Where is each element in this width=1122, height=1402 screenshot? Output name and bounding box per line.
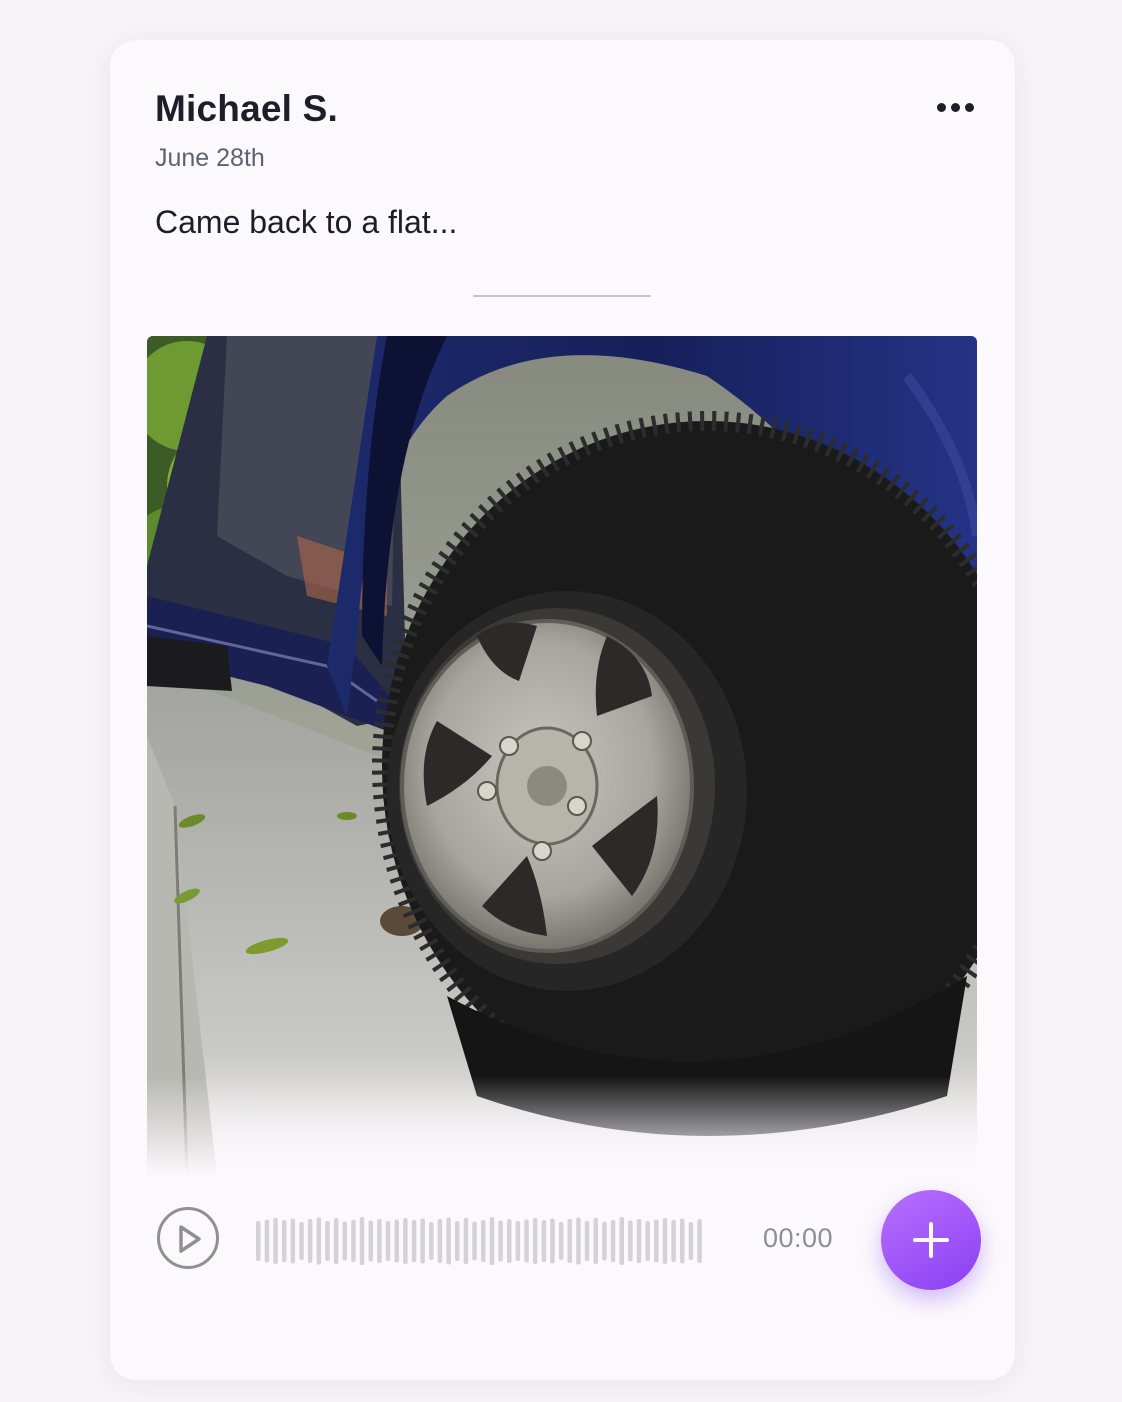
waveform-bar [463, 1218, 469, 1264]
waveform-bar [351, 1220, 356, 1262]
waveform-bar [602, 1221, 607, 1261]
waveform-bar [420, 1218, 425, 1264]
waveform-bar [377, 1219, 382, 1263]
waveform-bar [619, 1217, 624, 1265]
waveform-bar [498, 1220, 503, 1262]
waveform-bar [593, 1218, 598, 1264]
waveform-bar [455, 1221, 460, 1261]
divider [473, 295, 651, 297]
waveform-bar [515, 1221, 521, 1261]
waveform-bar [645, 1221, 650, 1261]
waveform-bar [385, 1221, 391, 1261]
waveform-bar [662, 1218, 668, 1264]
waveform-bar [325, 1221, 330, 1261]
waveform-bar [524, 1219, 529, 1263]
audio-waveform[interactable] [255, 1215, 705, 1267]
waveform-bar [532, 1218, 538, 1264]
play-icon [179, 1225, 201, 1253]
waveform-bar [550, 1218, 555, 1264]
waveform-bar [273, 1218, 278, 1264]
waveform-bar [481, 1220, 486, 1262]
flat-tire-photo [147, 336, 977, 1176]
post-card: Michael S. June 28th Came back to a flat… [110, 40, 1015, 1380]
author-name[interactable]: Michael S. [155, 88, 338, 130]
waveform-bar [697, 1219, 702, 1263]
audio-time: 00:00 [763, 1223, 834, 1253]
waveform-bar [282, 1220, 287, 1262]
waveform-bar [411, 1220, 417, 1262]
waveform-bar [333, 1218, 339, 1264]
waveform-bar [394, 1219, 399, 1263]
waveform-bar [610, 1220, 616, 1262]
plus-icon [913, 1222, 949, 1258]
waveform-bar [368, 1220, 373, 1262]
waveform-bar [558, 1222, 564, 1260]
waveform-bar [576, 1217, 581, 1265]
more-options-button[interactable] [925, 92, 985, 122]
waveform-bar [256, 1221, 261, 1261]
waveform-bar [446, 1217, 451, 1265]
waveform-bar [628, 1220, 633, 1262]
waveform-bar [264, 1219, 270, 1263]
waveform-bar [316, 1217, 322, 1265]
more-horizontal-icon [936, 102, 974, 112]
waveform-bar [307, 1219, 313, 1263]
waveform-bar [429, 1222, 434, 1260]
waveform-bar [489, 1217, 495, 1265]
waveform-bar [437, 1219, 443, 1263]
post-caption: Came back to a flat... [155, 204, 458, 240]
add-button[interactable] [881, 1190, 981, 1290]
waveform-bar [654, 1219, 659, 1263]
post-photo[interactable] [147, 336, 977, 1176]
waveform-bar [567, 1219, 572, 1263]
waveform-bar [680, 1218, 685, 1264]
waveform-bar [507, 1219, 512, 1263]
waveform-bar [359, 1217, 365, 1265]
audio-player: 00:00 [155, 1205, 985, 1279]
waveform-bar [299, 1222, 304, 1260]
waveform-bar [403, 1218, 408, 1264]
waveform-bar [472, 1221, 477, 1261]
waveform-bar [688, 1222, 694, 1260]
play-button[interactable] [157, 1207, 219, 1269]
waveform-bar [671, 1220, 676, 1262]
waveform-bar [584, 1221, 590, 1261]
post-date: June 28th [155, 144, 265, 172]
waveform-bar [290, 1218, 296, 1264]
waveform-bar [636, 1219, 642, 1263]
waveform-bar [342, 1221, 347, 1261]
waveform-bar [541, 1220, 547, 1262]
